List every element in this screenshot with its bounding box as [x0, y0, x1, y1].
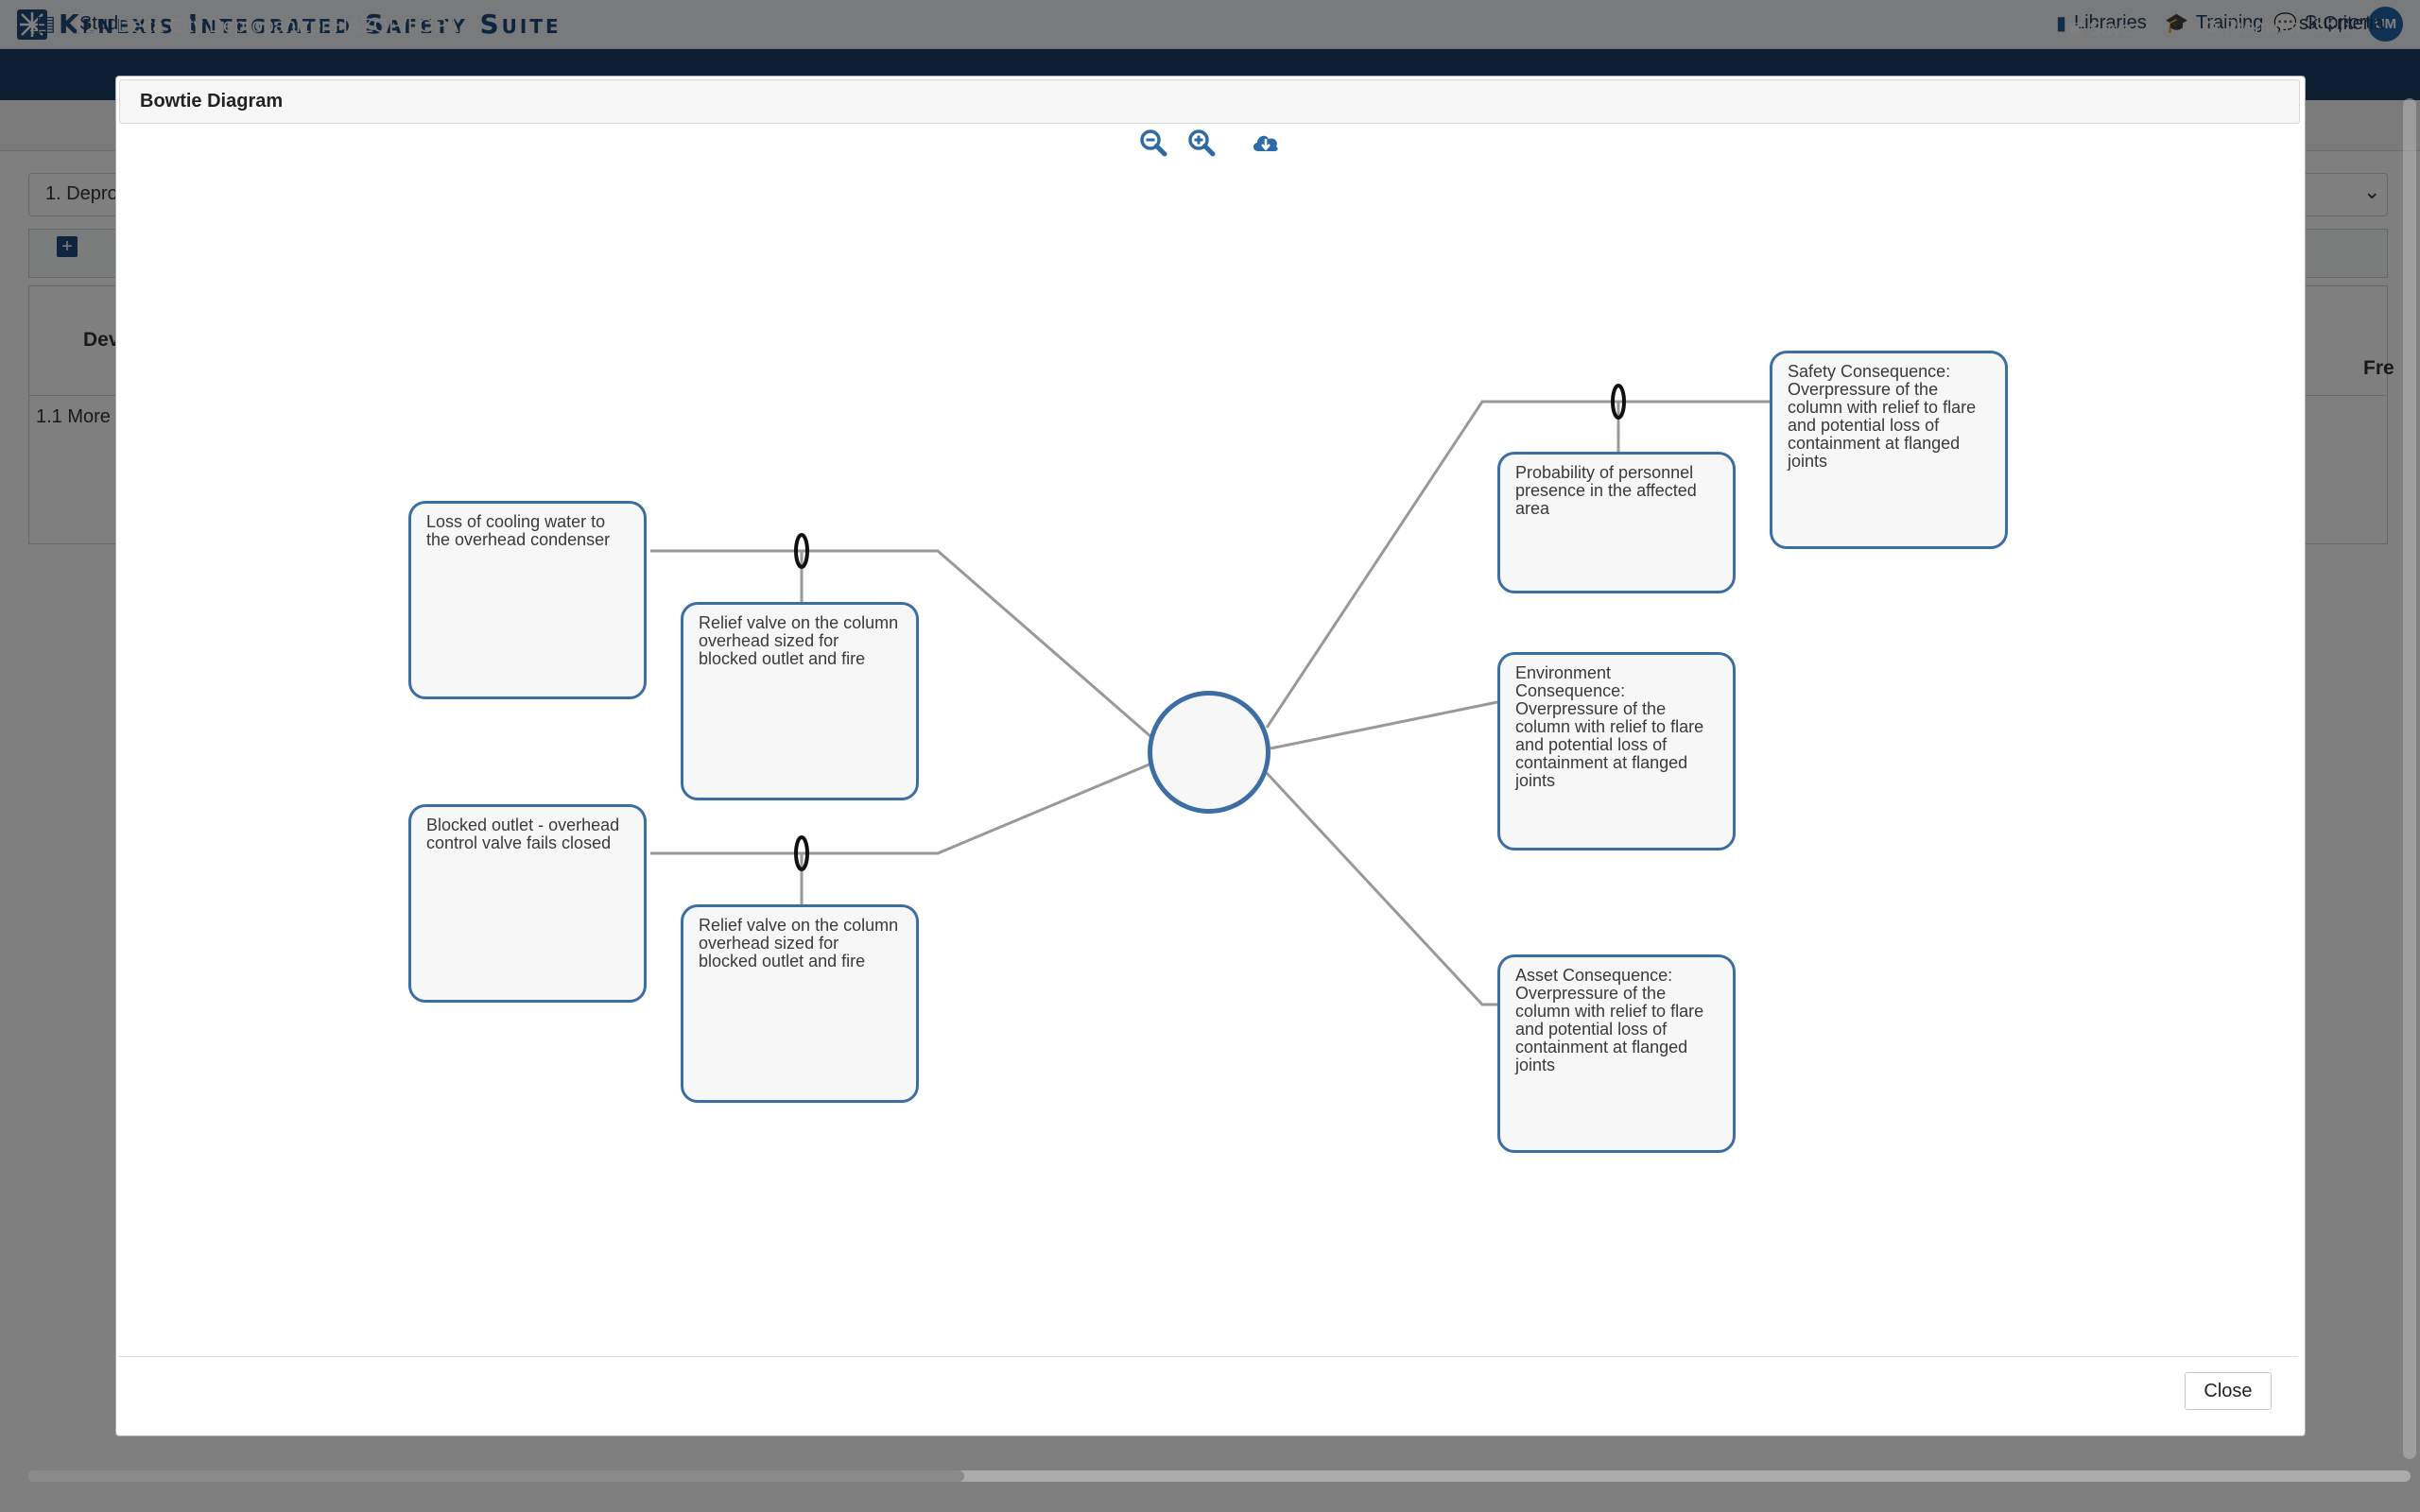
consequence-3-line: [1265, 771, 1497, 1006]
modifier-text: Probability of personnel presence in the…: [1515, 463, 1697, 518]
cause-text: Blocked outlet - overhead control valve …: [426, 816, 620, 852]
safeguard-box[interactable]: Relief valve on the column overhead size…: [681, 602, 919, 800]
modal-footer-divider: [119, 1356, 2298, 1357]
consequence-text: Safety Consequence: Overpressure of the …: [1788, 362, 1977, 471]
safeguard-text: Relief valve on the column overhead size…: [699, 613, 899, 668]
conditional-modifier-box[interactable]: Probability of personnel presence in the…: [1497, 452, 1736, 593]
consequence-box[interactable]: Environment Consequence: Overpressure of…: [1497, 652, 1736, 850]
cause-box[interactable]: Blocked outlet - overhead control valve …: [408, 804, 647, 1003]
consequence-box[interactable]: Safety Consequence: Overpressure of the …: [1770, 351, 2008, 549]
safeguard-box[interactable]: Relief valve on the column overhead size…: [681, 904, 919, 1103]
consequence-text: Asset Consequence: Overpressure of the c…: [1515, 966, 1704, 1074]
cause-text: Loss of cooling water to the overhead co…: [426, 512, 611, 549]
close-button[interactable]: Close: [2185, 1372, 2272, 1410]
safeguard-text: Relief valve on the column overhead size…: [699, 916, 899, 971]
consequence-box[interactable]: Asset Consequence: Overpressure of the c…: [1497, 954, 1736, 1153]
consequence-text: Environment Consequence: Overpressure of…: [1515, 663, 1704, 790]
top-event-circle[interactable]: [1148, 691, 1270, 814]
cause-box[interactable]: Loss of cooling water to the overhead co…: [408, 501, 647, 699]
consequence-2-line: [1270, 700, 1498, 750]
